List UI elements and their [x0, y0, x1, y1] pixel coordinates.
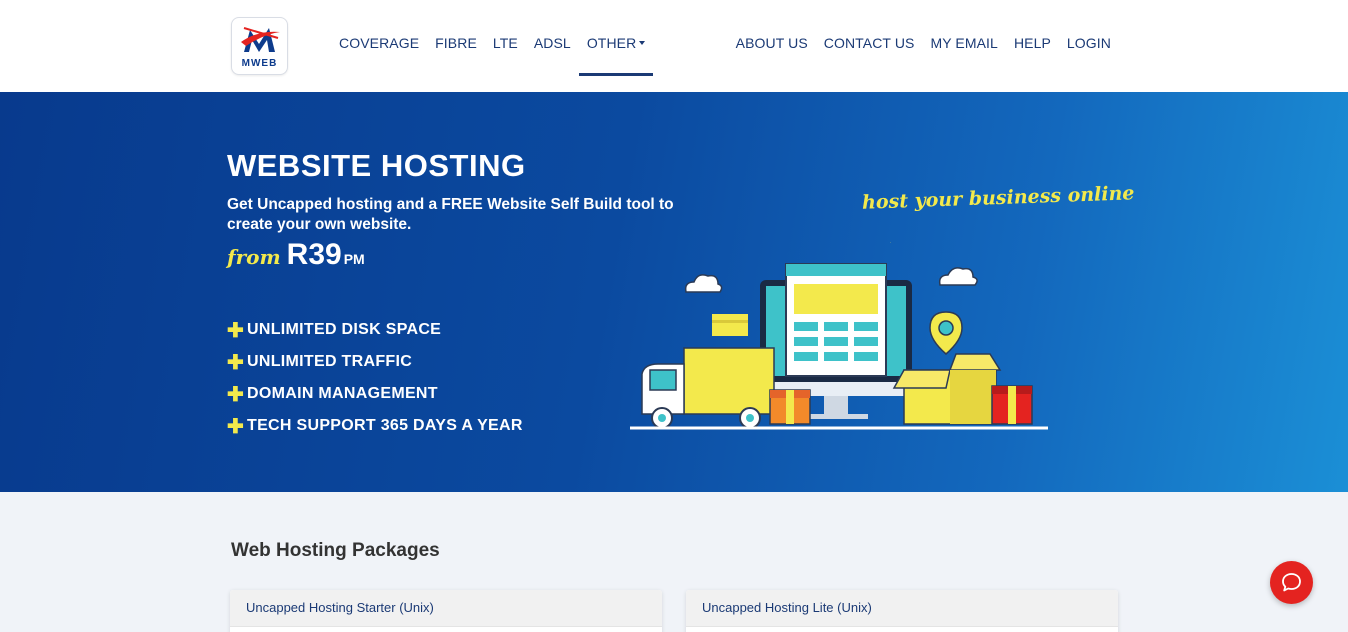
feature-list: ✚ UNLIMITED DISK SPACE ✚ UNLIMITED TRAFFIC…	[227, 314, 523, 442]
plus-icon: ✚	[227, 415, 245, 438]
plus-icon: ✚	[227, 319, 245, 342]
primary-nav: COVERAGE FIBRE LTE ADSL OTHER	[331, 0, 653, 92]
package-card-title: Uncapped Hosting Lite (Unix)	[686, 590, 1118, 627]
nav-help[interactable]: HELP	[1006, 0, 1059, 86]
secondary-nav: ABOUT US CONTACT US MY EMAIL HELP LOGIN	[728, 0, 1119, 92]
chat-bubble-icon	[1282, 573, 1301, 592]
price-from-label: from	[227, 245, 281, 269]
nav-adsl[interactable]: ADSL	[526, 0, 579, 86]
nav-about-us[interactable]: ABOUT US	[728, 0, 816, 86]
nav-my-email[interactable]: MY EMAIL	[922, 0, 1005, 86]
hero-title: WEBSITE HOSTING	[227, 148, 526, 183]
feature-label: UNLIMITED DISK SPACE	[247, 321, 442, 338]
nav-lte[interactable]: LTE	[485, 0, 526, 86]
mweb-logo-icon	[241, 27, 280, 52]
feature-item: ✚ UNLIMITED DISK SPACE	[227, 314, 523, 346]
hero-subtitle: Get Uncapped hosting and a FREE Website …	[227, 196, 674, 233]
nav-other-dropdown[interactable]: OTHER	[578, 0, 654, 86]
feature-label: TECH SUPPORT 365 DAYS A YEAR	[247, 417, 523, 434]
feature-item: ✚ UNLIMITED TRAFFIC	[227, 346, 523, 378]
nav-contact-us[interactable]: CONTACT US	[816, 0, 923, 86]
plus-icon: ✚	[227, 383, 245, 406]
nav-other-label: OTHER	[586, 35, 637, 51]
nav-login[interactable]: LOGIN	[1059, 0, 1119, 86]
nav-fibre[interactable]: FIBRE	[427, 0, 485, 86]
hero-price: from R39 PM	[227, 238, 365, 272]
package-card-title: Uncapped Hosting Starter (Unix)	[230, 590, 662, 627]
packages-title: Web Hosting Packages	[231, 540, 440, 561]
hero-banner: WEBSITE HOSTING Get Uncapped hosting and…	[0, 92, 1348, 492]
price-unit: PM	[343, 251, 365, 267]
caret-down-icon	[639, 41, 646, 45]
package-card[interactable]: Uncapped Hosting Lite (Unix)	[686, 590, 1118, 632]
site-header: MWEB COVERAGE FIBRE LTE ADSL OTHER ABOUT…	[0, 0, 1348, 92]
hosting-illustration	[630, 242, 1048, 430]
package-card[interactable]: Uncapped Hosting Starter (Unix)	[230, 590, 662, 632]
feature-item: ✚ DOMAIN MANAGEMENT	[227, 378, 523, 410]
plus-icon: ✚	[227, 351, 245, 374]
price-amount: R39	[286, 238, 342, 271]
hero-tagline: host your business online	[861, 182, 1135, 214]
feature-label: UNLIMITED TRAFFIC	[247, 353, 413, 370]
mweb-logo[interactable]: MWEB	[231, 17, 288, 75]
logo-text: MWEB	[241, 58, 278, 69]
feature-item: ✚ TECH SUPPORT 365 DAYS A YEAR	[227, 410, 523, 442]
feature-label: DOMAIN MANAGEMENT	[247, 385, 438, 402]
chat-button[interactable]	[1270, 561, 1313, 604]
nav-coverage[interactable]: COVERAGE	[331, 0, 427, 86]
